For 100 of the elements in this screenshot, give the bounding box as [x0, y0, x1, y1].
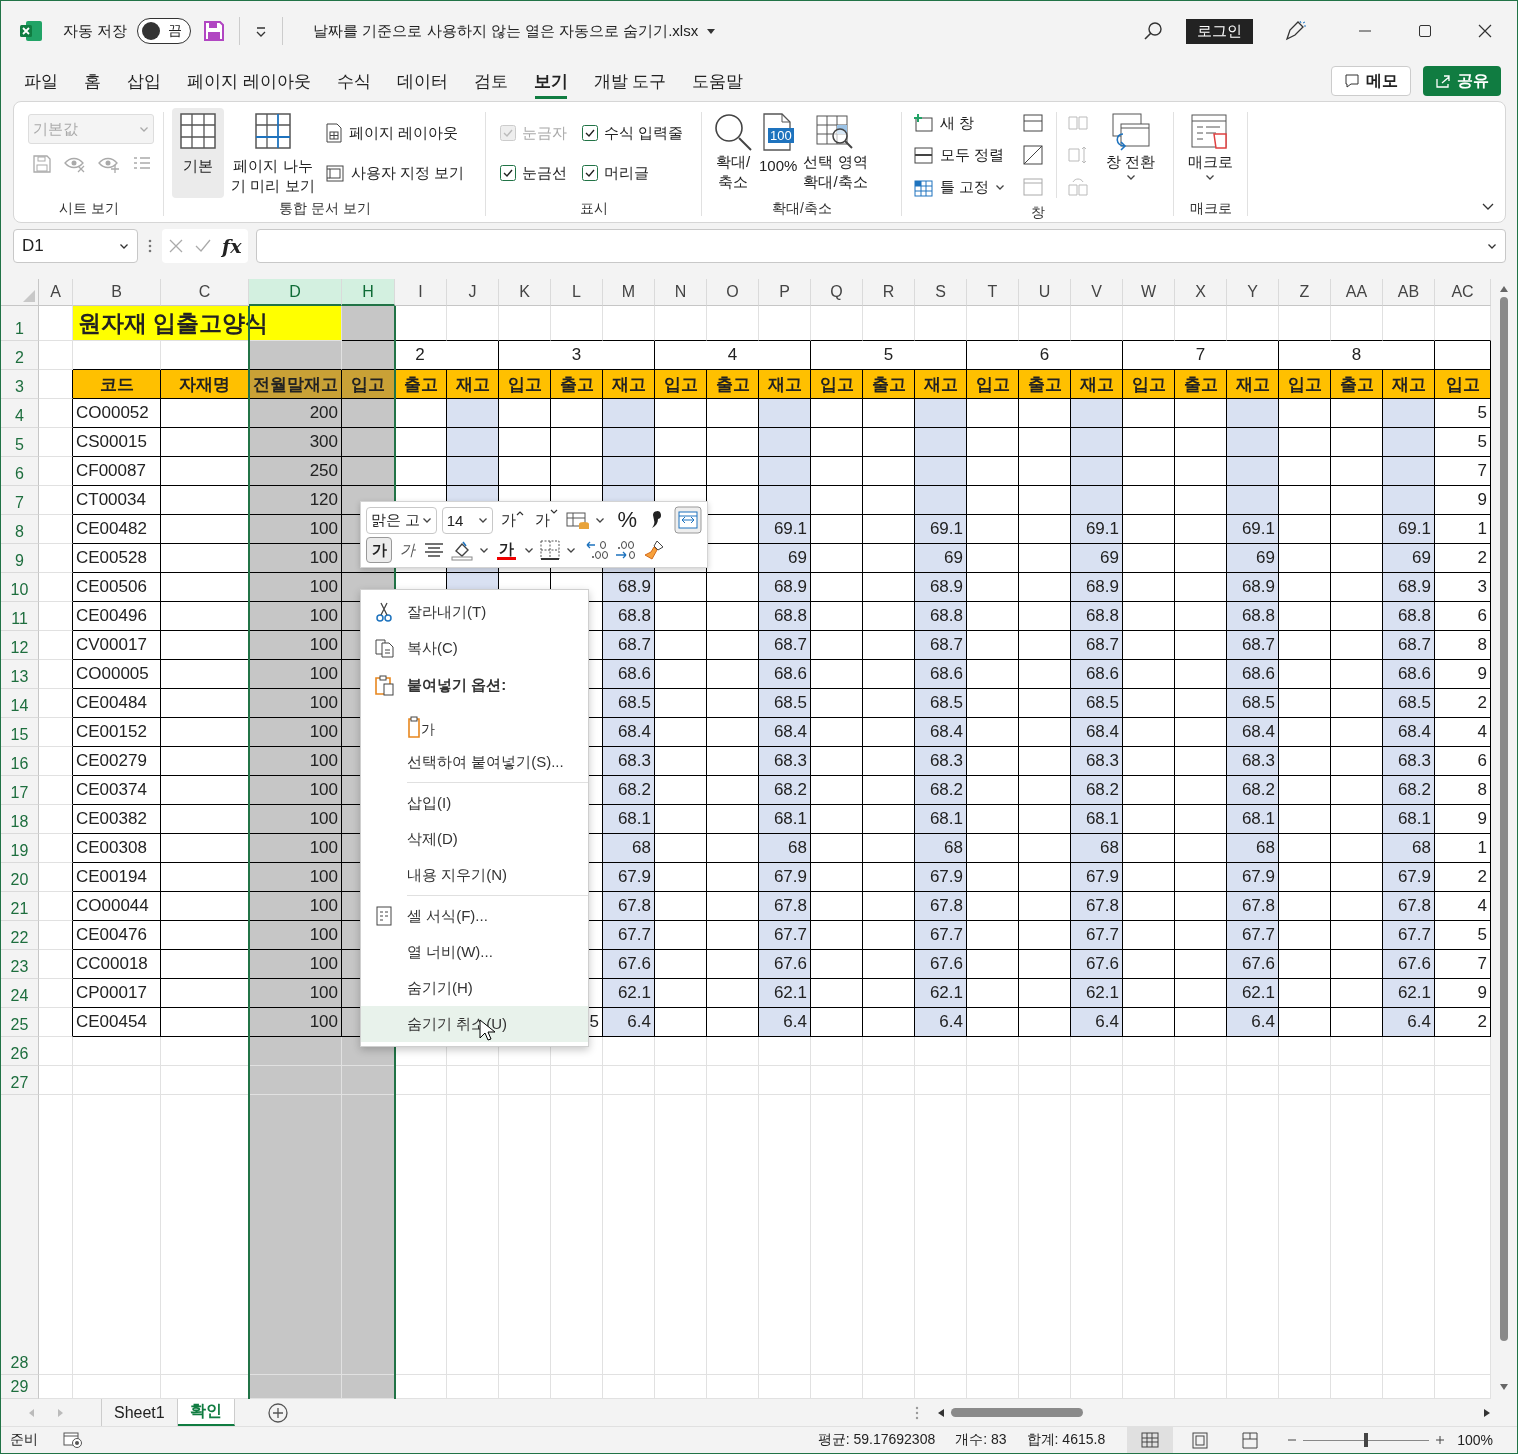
increase-decimal-icon[interactable] [614, 539, 638, 561]
ribbon-tab[interactable]: 삽입 [114, 63, 174, 99]
dropdown-caret-icon[interactable] [706, 26, 717, 36]
row-number[interactable]: 8 [1, 515, 39, 544]
ribbon-tab[interactable]: 페이지 레이아웃 [174, 63, 324, 99]
bold-button[interactable]: 가 [366, 537, 392, 563]
menu-item[interactable]: 숨기기(H) [361, 970, 588, 1006]
column-header[interactable]: AA [1331, 279, 1383, 306]
name-box[interactable]: D1 [13, 229, 138, 263]
macros-button[interactable]: 매크로 [1182, 108, 1238, 198]
row-number[interactable]: 10 [1, 573, 39, 602]
checkbox[interactable] [582, 125, 598, 141]
column-header[interactable]: Y [1227, 279, 1279, 306]
close-icon[interactable] [1477, 23, 1493, 39]
column-header[interactable]: D [249, 279, 342, 306]
ribbon-tab[interactable]: 개발 도구 [580, 63, 680, 99]
memo-button[interactable]: 메모 [1331, 66, 1411, 96]
checkbox[interactable] [582, 165, 598, 181]
row-number[interactable]: 20 [1, 863, 39, 892]
zoom-button[interactable]: 확대/ 축소 [710, 108, 756, 198]
row-number[interactable]: 26 [1, 1037, 39, 1066]
font-color-button[interactable]: 가 [494, 537, 519, 563]
scroll-up-icon[interactable] [1499, 285, 1509, 293]
zoom-100-button[interactable]: 100% 100 [756, 108, 801, 198]
ribbon-tab[interactable]: 검토 [460, 63, 521, 99]
increase-font-size-button[interactable]: 가 [498, 507, 528, 533]
ribbon-tab[interactable]: 데이터 [383, 63, 461, 99]
insert-function-button[interactable]: fx [222, 235, 242, 257]
split-icon[interactable] [1022, 112, 1045, 134]
pen-icon[interactable] [1283, 19, 1307, 43]
column-header[interactable]: M [603, 279, 655, 306]
decrease-font-size-button[interactable]: 가 [532, 507, 562, 533]
row-number[interactable]: 22 [1, 921, 39, 950]
row-number[interactable]: 2 [1, 341, 39, 370]
fill-color-icon[interactable] [450, 539, 474, 561]
row-number[interactable]: 7 [1, 486, 39, 515]
view-button[interactable]: 페이지 나누 기 미리 보기 [228, 108, 318, 198]
column-header[interactable]: AB [1383, 279, 1435, 306]
column-header[interactable]: AC [1435, 279, 1491, 306]
formula-input[interactable] [255, 229, 1506, 263]
borders-icon[interactable] [539, 539, 561, 561]
column-header[interactable]: R [863, 279, 915, 306]
row-number[interactable]: 5 [1, 428, 39, 457]
switch-windows-button[interactable]: 창 전환 [1103, 108, 1159, 202]
italic-button[interactable]: 가 [397, 537, 418, 563]
window-button[interactable]: 틀 고정 [910, 172, 1009, 202]
column-header[interactable]: T [967, 279, 1019, 306]
row-number[interactable]: 4 [1, 399, 39, 428]
macro-record-icon[interactable] [63, 1431, 83, 1449]
percent-style-button[interactable]: % [614, 507, 640, 533]
ribbon-tab[interactable]: 홈 [71, 63, 114, 99]
column-header[interactable]: J [447, 279, 499, 306]
row-number[interactable]: 6 [1, 457, 39, 486]
menu-item[interactable]: 셀 서식(F)... [361, 898, 588, 934]
row-number[interactable]: 17 [1, 776, 39, 805]
menu-item[interactable]: 삭제(D) [361, 821, 588, 857]
login-button[interactable]: 로그인 [1186, 18, 1253, 44]
checkbox-label[interactable]: 머리글 [604, 163, 649, 183]
column-header[interactable]: I [395, 279, 447, 306]
sheet-tab[interactable]: 확인 [177, 1399, 235, 1426]
custom-views-button[interactable]: 사용자 지정 보기 [322, 158, 468, 188]
row-number[interactable]: 18 [1, 805, 39, 834]
row-number[interactable]: 11 [1, 602, 39, 631]
row-number[interactable]: 28 [1, 1095, 39, 1375]
column-header[interactable]: U [1019, 279, 1071, 306]
column-header[interactable]: L [551, 279, 603, 306]
column-header[interactable]: K [499, 279, 551, 306]
font-name-field[interactable]: 맑은 고 [366, 506, 437, 534]
column-header[interactable]: W [1123, 279, 1175, 306]
search-icon[interactable] [1142, 20, 1164, 42]
save-icon[interactable] [203, 20, 226, 42]
scroll-down-icon[interactable] [1499, 1383, 1509, 1391]
zoom-in-icon[interactable] [1435, 1435, 1446, 1445]
column-header[interactable]: X [1175, 279, 1227, 306]
column-header[interactable]: N [655, 279, 707, 306]
share-button[interactable]: 공유 [1423, 66, 1501, 96]
paste-option-button[interactable]: 가 [407, 709, 437, 739]
window-button[interactable]: 모두 정렬 [910, 140, 1009, 170]
row-number[interactable]: 16 [1, 747, 39, 776]
format-painter-icon[interactable] [643, 539, 665, 561]
row-number[interactable]: 25 [1, 1008, 39, 1037]
row-number[interactable]: 1 [1, 306, 39, 341]
page-layout-button[interactable]: 페이지 레이아웃 [322, 118, 468, 148]
row-number[interactable]: 19 [1, 834, 39, 863]
menu-item[interactable]: 내용 지우기(N) [361, 857, 588, 893]
add-sheet-icon[interactable] [266, 1401, 289, 1424]
row-number[interactable]: 24 [1, 979, 39, 1008]
column-header[interactable]: Q [811, 279, 863, 306]
scroll-right-icon[interactable] [1483, 1407, 1491, 1418]
menu-item[interactable]: 복사(C) [361, 630, 588, 666]
scroll-left-icon[interactable] [937, 1407, 945, 1418]
column-header[interactable]: V [1071, 279, 1123, 306]
row-number[interactable]: 3 [1, 370, 39, 399]
decrease-decimal-icon[interactable] [585, 539, 609, 561]
row-number[interactable]: 14 [1, 689, 39, 718]
view-button[interactable] [1127, 1427, 1174, 1453]
row-number[interactable]: 13 [1, 660, 39, 689]
zoom-to-selection-button[interactable]: 선택 영역 확대/축소 [800, 108, 871, 198]
comma-style-icon[interactable] [649, 509, 663, 531]
column-header[interactable]: S [915, 279, 967, 306]
